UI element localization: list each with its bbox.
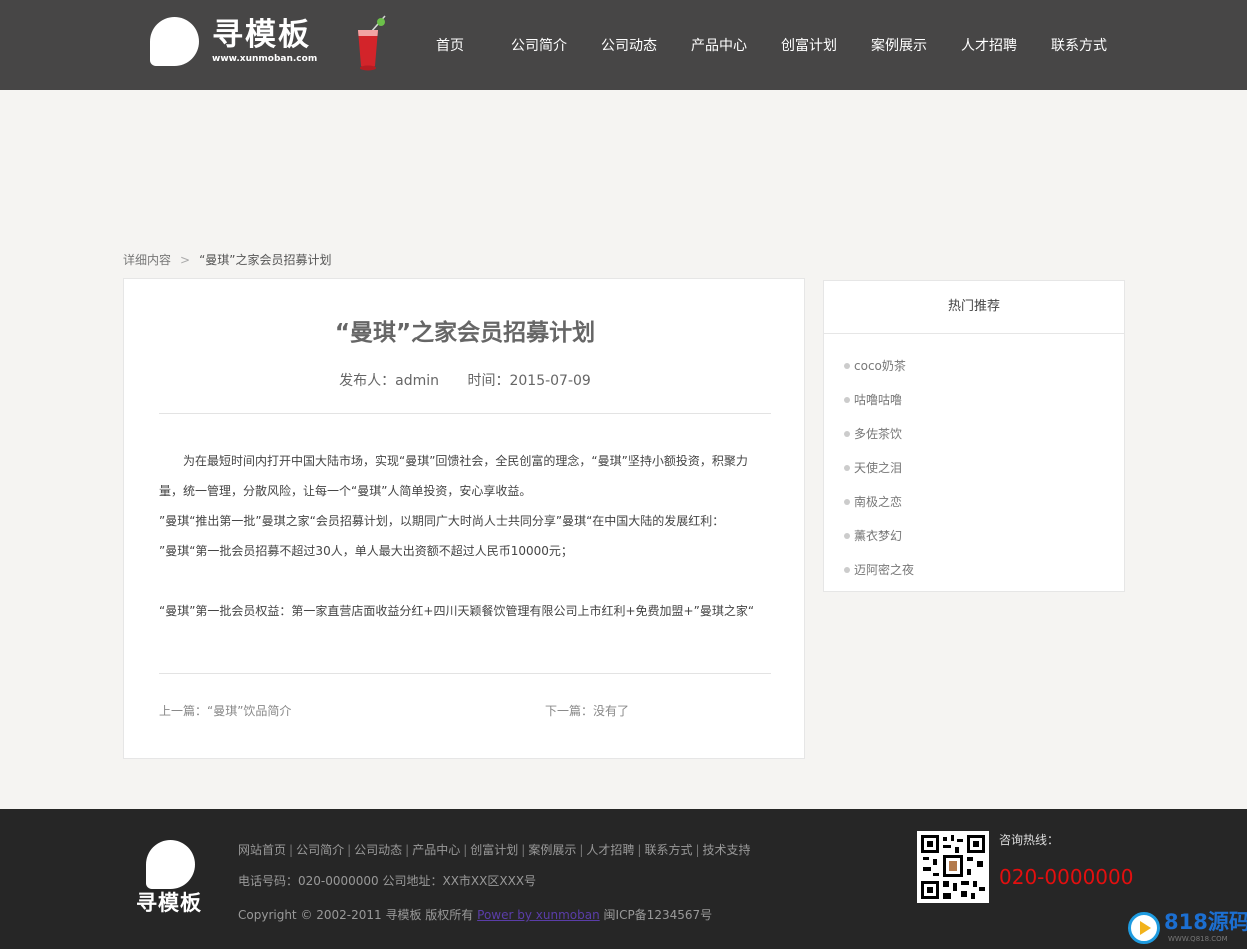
watermark-logo: 818源码 WWW.Q818.COM — [1128, 909, 1247, 947]
hotline-label: 咨询热线： — [999, 833, 1060, 847]
nav-news[interactable]: 公司动态 — [601, 36, 657, 56]
article-body: 为在最短时间内打开中国大陆市场，实现“曼琪”回馈社会，全民创富的理念，“曼琪”坚… — [159, 446, 771, 626]
article-author: 发布人：admin — [339, 373, 440, 389]
bullet-icon — [844, 498, 850, 505]
nav-jobs[interactable]: 人才招聘 — [961, 36, 1017, 56]
power-by-link[interactable]: Power by xunmoban — [477, 908, 600, 922]
link-separator: | — [289, 843, 294, 857]
footer-link-contact[interactable]: 联系方式 — [644, 843, 692, 857]
qr-code — [917, 831, 989, 903]
bullet-icon — [844, 430, 850, 437]
link-separator: | — [695, 843, 700, 857]
qr-code-icon — [921, 835, 985, 899]
nav-about[interactable]: 公司简介 — [511, 36, 567, 56]
list-item[interactable]: 咕噜咕噜 — [824, 383, 1124, 417]
link-separator: | — [579, 843, 584, 857]
footer-link-news[interactable]: 公司动态 — [354, 843, 402, 857]
list-item-label: 薰衣梦幻 — [854, 529, 903, 543]
list-item[interactable]: coco奶茶 — [824, 349, 1124, 383]
logo-bubble-icon — [146, 840, 195, 889]
footer-logo[interactable]: 寻模板 — [136, 839, 216, 919]
list-item-label: 咕噜咕噜 — [854, 393, 903, 407]
article-meta: 发布人：admin 时间：2015-07-09 — [124, 371, 806, 391]
list-item[interactable]: 多佐茶饮 — [824, 417, 1124, 451]
link-separator: | — [463, 843, 468, 857]
hot-list: coco奶茶 咕噜咕噜 多佐茶饮 天使之泪 南极之恋 薰衣梦幻 迈阿密之夜 — [824, 334, 1124, 587]
list-item[interactable]: 南极之恋 — [824, 485, 1124, 519]
list-item-label: 多佐茶饮 — [854, 427, 903, 441]
nav-wealth-plan[interactable]: 创富计划 — [781, 36, 837, 56]
nav-contact[interactable]: 联系方式 — [1051, 36, 1107, 56]
article-paragraph: ”曼琪“推出第一批”曼琪之家“会员招募计划，以期同广大时尚人士共同分享”曼琪“在… — [159, 514, 725, 528]
bullet-icon — [844, 396, 850, 403]
list-item[interactable]: 薰衣梦幻 — [824, 519, 1124, 553]
breadcrumb: 详细内容 > “曼琪”之家会员招募计划 — [123, 251, 332, 269]
bullet-icon — [844, 362, 850, 369]
copyright-text: Copyright © 2002-2011 寻模板 版权所有 — [238, 908, 474, 922]
footer-link-about[interactable]: 公司简介 — [296, 843, 344, 857]
bullet-icon — [844, 532, 850, 539]
hotline-number: 020-0000000 — [999, 865, 1134, 889]
bullet-icon — [844, 464, 850, 471]
list-item-label: coco奶茶 — [854, 359, 906, 373]
divider — [159, 673, 771, 674]
divider — [159, 413, 771, 414]
icp-text: 闽ICP备1234567号 — [603, 908, 713, 922]
article-title: “曼琪”之家会员招募计划 — [334, 320, 596, 346]
nav-home[interactable]: 首页 — [436, 36, 464, 56]
link-separator: | — [521, 843, 526, 857]
bullet-icon — [844, 566, 850, 573]
breadcrumb-separator: > — [180, 253, 191, 267]
footer-links: 网站首页 | 公司简介 | 公司动态 | 产品中心 | 创富计划 | 案例展示 | 人才招聘 | 联系方式 |… — [238, 840, 751, 860]
play-icon — [1128, 912, 1160, 944]
footer-link-wealth-plan[interactable]: 创富计划 — [470, 843, 518, 857]
article-paragraph: 为在最短时间内打开中国大陆市场，实现“曼琪”回馈社会，全民创富的理念，“曼琪”坚… — [159, 454, 748, 498]
footer-link-support[interactable]: 技术支持 — [703, 843, 751, 857]
list-item[interactable]: 迈阿密之夜 — [824, 553, 1124, 587]
breadcrumb-parent[interactable]: 详细内容 — [123, 253, 171, 267]
site-footer: 寻模板 网站首页 | 公司简介 | 公司动态 | 产品中心 | 创富计划 | 案例展示 | 人才招聘 | 联… — [0, 809, 1247, 949]
list-item-label: 南极之恋 — [854, 495, 903, 509]
footer-link-home[interactable]: 网站首页 — [238, 843, 286, 857]
prev-article-link[interactable]: 上一篇：“曼琪”饮品简介 — [159, 701, 291, 721]
footer-link-products[interactable]: 产品中心 — [412, 843, 460, 857]
article-paragraph: ”曼琪“第一批会员招募不超过30人，单人最大出资额不超过人民币10000元； — [159, 544, 573, 558]
next-article-link[interactable]: 下一篇：没有了 — [545, 701, 629, 721]
footer-logo-text: 寻模板 — [136, 891, 202, 915]
breadcrumb-current: “曼琪”之家会员招募计划 — [199, 253, 332, 267]
nav-cases[interactable]: 案例展示 — [871, 36, 927, 56]
article-paragraph: “曼琪”第一批会员权益：第一家直营店面收益分红+四川天颖餐饮管理有限公司上市红利… — [159, 604, 755, 618]
footer-link-cases[interactable]: 案例展示 — [528, 843, 576, 857]
article-date: 时间：2015-07-09 — [467, 373, 591, 389]
hot-recommend-panel: 热门推荐 coco奶茶 咕噜咕噜 多佐茶饮 天使之泪 南极之恋 薰衣梦幻 迈阿密… — [823, 280, 1125, 592]
link-separator: | — [347, 843, 352, 857]
list-item[interactable]: 天使之泪 — [824, 451, 1124, 485]
list-item-label: 迈阿密之夜 — [854, 563, 915, 577]
watermark-sub: WWW.Q818.COM — [1168, 935, 1228, 943]
main-nav: 首页 公司简介 公司动态 产品中心 创富计划 案例展示 人才招聘 联系方式 — [0, 0, 1247, 90]
footer-contact: 电话号码：020-0000000 公司地址：XX市XX区XXX号 — [238, 874, 537, 888]
nav-products[interactable]: 产品中心 — [691, 36, 747, 56]
list-item-label: 天使之泪 — [854, 461, 903, 475]
article-panel: “曼琪”之家会员招募计划 发布人：admin 时间：2015-07-09 为在最… — [123, 278, 805, 759]
footer-link-jobs[interactable]: 人才招聘 — [586, 843, 634, 857]
watermark-text: 818源码 — [1164, 910, 1247, 934]
link-separator: | — [405, 843, 410, 857]
footer-copyright: Copyright © 2002-2011 寻模板 版权所有 Power by … — [238, 905, 712, 925]
link-separator: | — [637, 843, 642, 857]
site-header: 寻模板 www.xunmoban.com 首页 公司简介 公司动态 产品中心 创… — [0, 0, 1247, 90]
sidebar-title: 热门推荐 — [824, 281, 1124, 334]
